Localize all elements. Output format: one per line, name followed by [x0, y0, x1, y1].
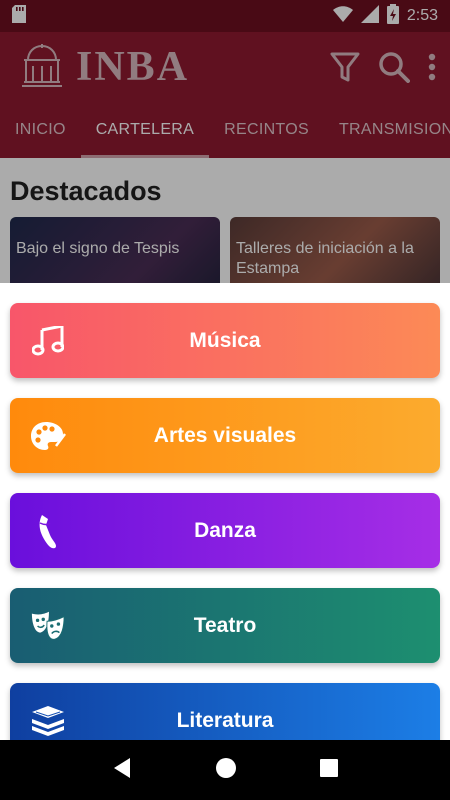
- category-label: Teatro: [193, 613, 257, 637]
- category-button-literatura[interactable]: Literatura: [10, 683, 440, 740]
- category-label: Danza: [194, 518, 256, 542]
- music-note-icon: [30, 323, 66, 359]
- category-button-teatro[interactable]: Teatro: [10, 588, 440, 663]
- category-label: Música: [189, 328, 261, 352]
- books-icon: [30, 703, 66, 739]
- home-icon[interactable]: [215, 757, 237, 784]
- category-label: Artes visuales: [153, 423, 297, 447]
- back-icon[interactable]: [112, 757, 132, 784]
- recents-icon[interactable]: [320, 758, 339, 782]
- category-sheet: Música Artes visuales Danza Teatro Liter…: [0, 283, 450, 740]
- modal-scrim[interactable]: [0, 0, 450, 283]
- category-button-artes-visuales[interactable]: Artes visuales: [10, 398, 440, 473]
- palette-icon: [30, 418, 66, 454]
- dance-shoe-icon: [30, 513, 66, 549]
- category-label: Literatura: [176, 708, 274, 732]
- system-nav-bar: [0, 740, 450, 800]
- category-button-danza[interactable]: Danza: [10, 493, 440, 568]
- category-button-musica[interactable]: Música: [10, 303, 440, 378]
- theater-masks-icon: [30, 608, 66, 644]
